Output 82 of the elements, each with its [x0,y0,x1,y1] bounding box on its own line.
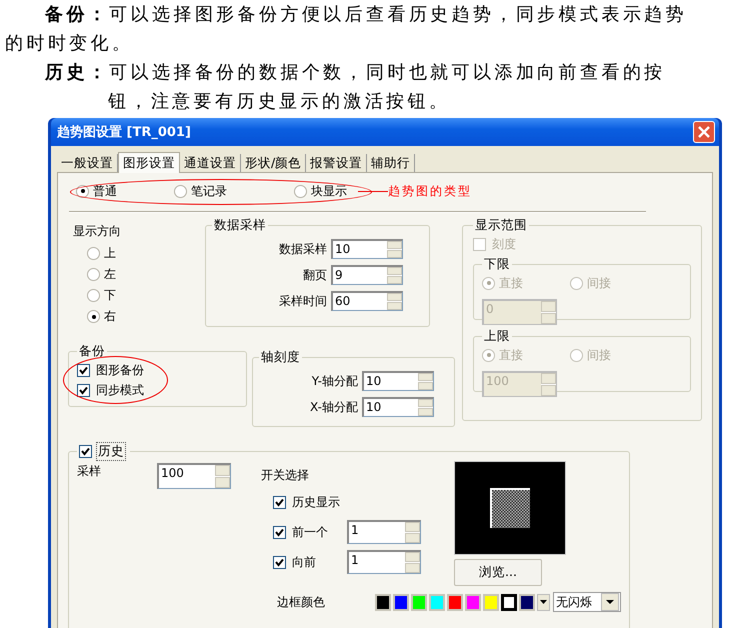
option-label: 向前 [292,554,316,570]
option-label: 历史显示 [292,494,340,510]
option-label: 间接 [587,274,611,292]
field-label: 采样时间 [279,292,327,310]
radio-button[interactable] [294,184,307,198]
spin-field[interactable]: 60 [331,291,403,311]
option-label: 笔记录 [191,182,227,200]
checkbox[interactable] [273,496,286,508]
checkbox-option[interactable]: 同步模式 [77,380,238,400]
checkbox-option[interactable]: 历史 [79,441,126,461]
field-label: 边框颜色 [277,594,326,610]
checkbox[interactable] [77,364,90,376]
color-swatch[interactable] [501,594,517,610]
option-label: 直接 [499,346,523,364]
option-label: 上 [104,245,116,262]
checkbox[interactable] [273,526,286,538]
leader-line [358,190,388,192]
field-label: 翻页 [303,266,327,284]
field-label: Y-轴分配 [312,372,358,390]
radio-option[interactable]: 下 [73,285,205,306]
radio-option[interactable]: 右 [73,306,205,327]
checkbox-option[interactable]: 历史显示 [273,492,347,512]
option-label: 间接 [587,346,611,364]
radio-button[interactable] [87,289,100,302]
checkbox[interactable] [273,556,286,568]
option-label: 前一个 [292,524,328,540]
option-label: 右 [104,308,116,325]
close-button[interactable] [693,121,715,143]
radio-button[interactable] [87,247,100,260]
close-icon [698,126,710,138]
group-title: 轴刻度 [260,349,301,366]
field-label: 采样 [77,463,101,480]
section-label: 显示方向 [73,223,122,240]
radio-button[interactable] [87,268,100,281]
annotation-label: 趋势图的类型 [388,182,472,200]
tab[interactable]: 图形设置 [118,152,180,173]
radio-option[interactable]: 左 [73,264,205,285]
option-label: 图形备份 [96,362,144,378]
group-title: 下限 [483,256,511,273]
dropdown-button[interactable] [537,594,550,610]
option-label: 左 [104,266,116,283]
radio-button[interactable] [174,184,187,198]
radio-button[interactable] [87,310,100,323]
spin-field[interactable]: 1 [347,520,421,544]
spin-field[interactable]: 100 [157,463,231,489]
option-label: 同步模式 [96,382,144,398]
spin-field[interactable]: 9 [331,265,403,285]
window-title: 趋势图设置 [TR_001] [57,124,191,141]
option-label: 刻度 [492,236,516,252]
caret-icon [540,600,547,604]
group-title: 显示范围 [474,217,528,234]
radio-option[interactable]: 块显示 [294,182,358,200]
checkbox[interactable] [77,384,90,396]
radio-option[interactable]: 笔记录 [174,182,294,200]
field-label: 数据采样 [279,240,327,258]
checkbox-option[interactable]: 前一个 [273,522,347,542]
section-label: 开关选择 [261,467,310,484]
option-label: 直接 [499,274,523,292]
spin-field[interactable]: 10 [362,397,434,417]
checkered-square-icon [490,488,530,528]
paragraph: 历史：可以选择备份的数据个数，同时也就可以添加向前查看的按钮，注意要有历史显示的激活按钮。 [44,61,667,114]
radio-option[interactable]: 上 [73,243,205,264]
spin-field[interactable]: 10 [362,371,434,391]
checkbox[interactable] [79,444,92,458]
caret-icon [606,600,614,604]
spin-field[interactable]: 1 [347,550,421,574]
group-title: 数据采样 [213,217,267,234]
radio-option[interactable]: 普通 [76,182,174,200]
dropdown-field[interactable]: 无闪烁 [553,592,621,612]
paragraph: 备份：可以选择图形备份方便以后查看历史趋势，同步模式表示趋势的时时变化。 [5,3,688,56]
option-label: 普通 [93,182,117,200]
option-label: 下 [104,287,116,304]
checkbox-option[interactable]: 图形备份 [77,360,238,380]
radio-button[interactable] [76,184,89,198]
browse-button[interactable]: 浏览... [454,559,542,586]
checkbox-option[interactable]: 向前 [273,552,347,572]
field-label: X-轴分配 [310,398,358,416]
group-title: 历史 [96,442,126,460]
spin-field[interactable]: 10 [331,239,403,259]
group-title: 备份 [78,343,106,360]
group-title: 上限 [483,328,511,345]
option-label: 块显示 [311,182,347,200]
